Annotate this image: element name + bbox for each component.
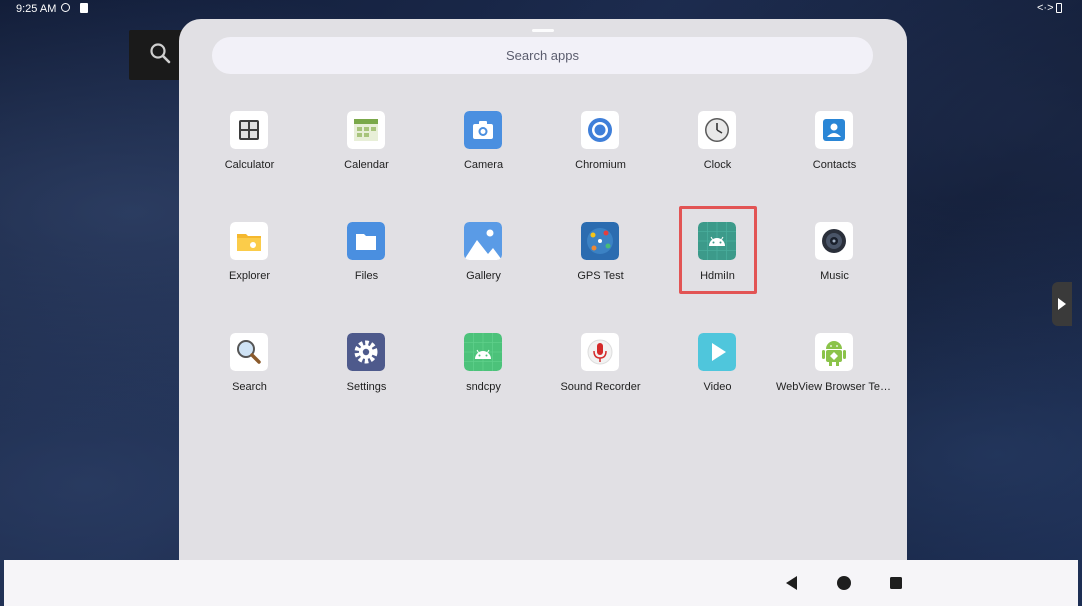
search-apps-input[interactable]: Search apps [212,37,873,74]
app-gps-test[interactable]: GPS Test [542,222,659,312]
android-icon [464,333,502,371]
app-label: Calculator [224,159,275,171]
app-search[interactable]: Search [191,333,308,423]
status-bar: 9:25 AM <·> [0,0,1082,18]
connectivity-icon: <·> [1037,2,1054,14]
app-calendar[interactable]: Calendar [308,111,425,201]
search-icon [230,333,268,371]
app-clock[interactable]: Clock [659,111,776,201]
calendar-icon [347,111,385,149]
calculator-icon [230,111,268,149]
app-label: Search [232,381,267,393]
app-webview-browser-tester[interactable]: WebView Browser Tester [776,333,893,423]
app-label: WebView Browser Tester [776,381,893,393]
settings-icon [347,333,385,371]
app-label: Calendar [344,159,389,171]
app-label: Settings [346,381,387,393]
battery-icon [1056,3,1062,13]
app-label: Video [703,381,732,393]
app-contacts[interactable]: Contacts [776,111,893,201]
sd-card-icon [80,3,88,13]
app-label: sndcpy [466,381,501,393]
video-icon [698,333,736,371]
app-label: Music [820,270,849,282]
app-settings[interactable]: Settings [308,333,425,423]
app-camera[interactable]: Camera [425,111,542,201]
app-sndcpy[interactable]: sndcpy [425,333,542,423]
app-music[interactable]: Music [776,222,893,312]
app-gallery[interactable]: Gallery [425,222,542,312]
app-label: Gallery [466,270,501,282]
explorer-icon [230,222,268,260]
recents-icon[interactable] [888,575,904,591]
back-icon[interactable] [784,575,800,591]
files-icon [347,222,385,260]
app-label: Sound Recorder [560,381,641,393]
app-video[interactable]: Video [659,333,776,423]
home-icon[interactable] [836,575,852,591]
webview-icon [815,333,853,371]
app-label: GPS Test [577,270,624,282]
status-notification-icon [61,3,70,12]
app-label: Clock [703,159,732,171]
app-chromium[interactable]: Chromium [542,111,659,201]
search-icon [150,43,171,64]
gps-test-icon [581,222,619,260]
status-time: 9:25 AM [16,3,57,15]
play-arrow-icon [1058,298,1066,310]
clock-icon [698,111,736,149]
app-label: Files [354,270,379,282]
app-label: Contacts [812,159,857,171]
app-label: Explorer [229,270,270,282]
chromium-icon [581,111,619,149]
app-sound-recorder[interactable]: Sound Recorder [542,333,659,423]
selection-highlight [679,206,757,294]
app-drawer: Search apps Calculator Calendar Camera C… [179,19,907,564]
contacts-icon [815,111,853,149]
search-placeholder: Search apps [506,48,579,63]
navigation-bar [4,560,1078,606]
app-explorer[interactable]: Explorer [191,222,308,312]
app-label: Chromium [575,159,626,171]
music-icon [815,222,853,260]
gallery-icon [464,222,502,260]
app-label: Camera [463,159,504,171]
app-calculator[interactable]: Calculator [191,111,308,201]
side-panel-handle[interactable] [1052,282,1072,326]
camera-icon [464,111,502,149]
app-files[interactable]: Files [308,222,425,312]
sound-recorder-icon [581,333,619,371]
drawer-handle[interactable] [532,29,554,32]
